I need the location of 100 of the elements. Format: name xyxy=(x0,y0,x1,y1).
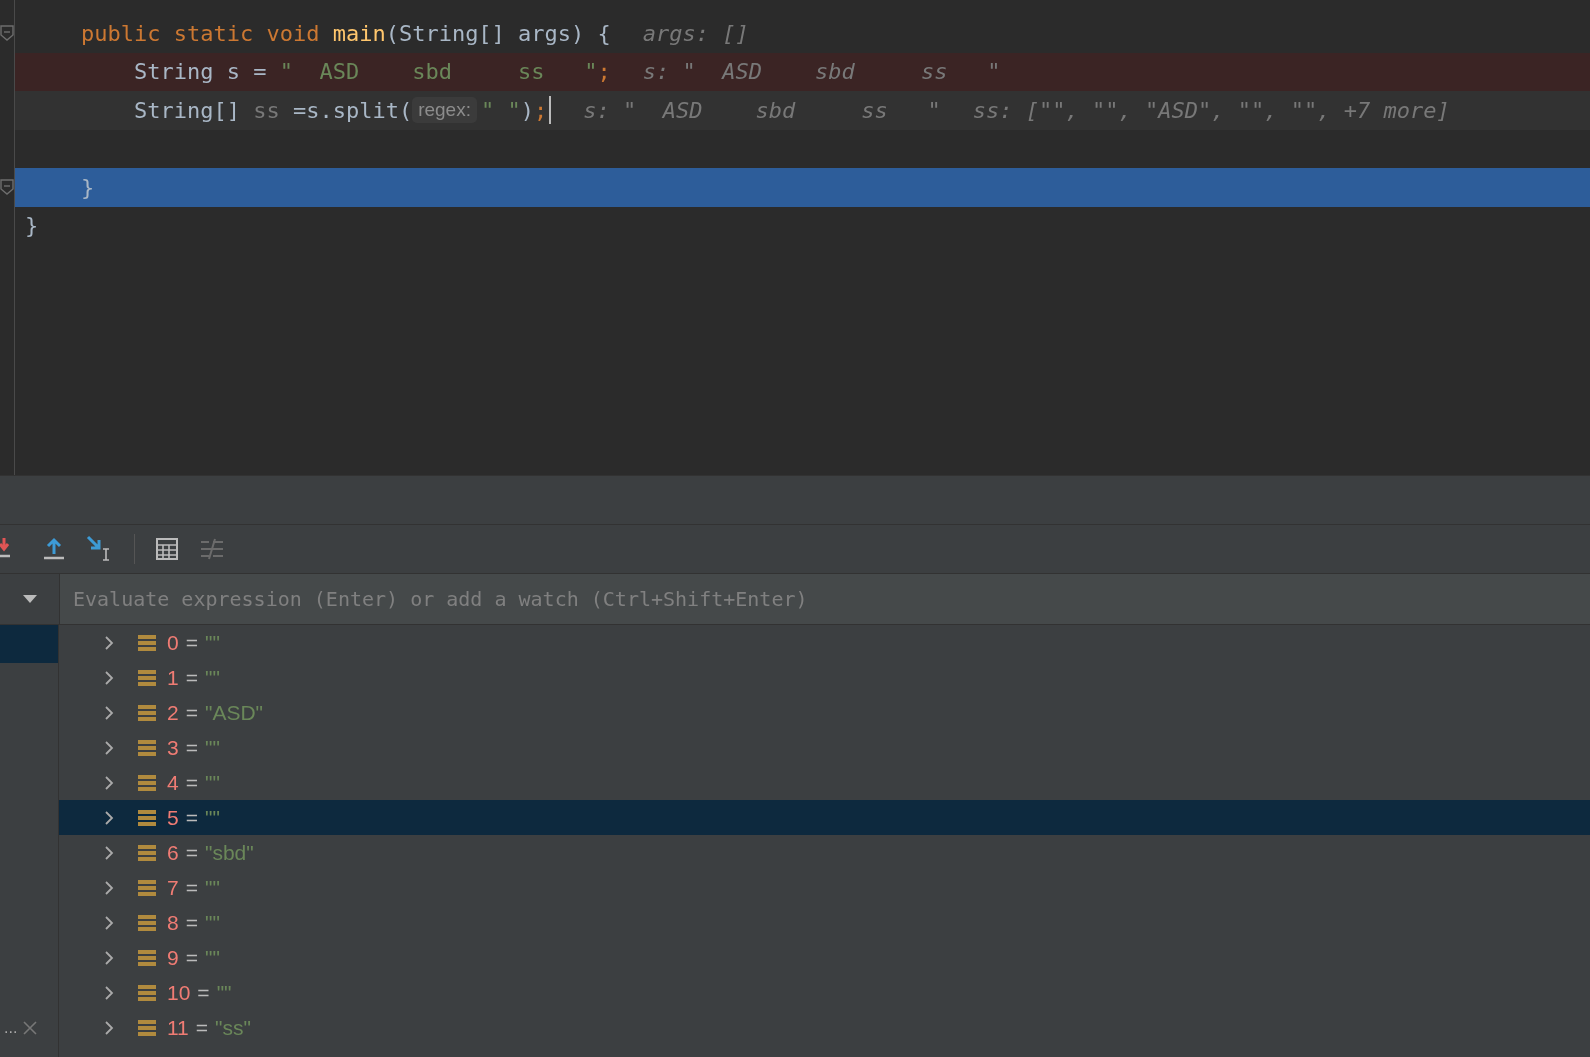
code-keyword: ; xyxy=(597,59,611,85)
variable-value: "" xyxy=(204,770,220,795)
variable-value: "" xyxy=(216,980,232,1005)
equals-sign: = xyxy=(185,630,198,655)
code-text: } xyxy=(25,213,39,239)
calculator-icon[interactable] xyxy=(155,537,179,561)
array-element-icon xyxy=(138,668,156,687)
expand-icon[interactable] xyxy=(104,774,114,791)
equals-sign: = xyxy=(195,1015,209,1040)
equals-sign: = xyxy=(185,735,198,760)
expand-icon[interactable] xyxy=(104,914,114,931)
array-element-icon xyxy=(138,843,156,862)
array-element-icon xyxy=(138,878,156,897)
inline-value-hint: ss: ["", "", "ASD", "", "", +7 more] xyxy=(972,97,1450,123)
variable-value: "sbd" xyxy=(204,840,254,865)
variable-index: 8 xyxy=(167,910,179,935)
variable-value: "" xyxy=(204,630,220,655)
expand-icon[interactable] xyxy=(104,809,114,826)
text-cursor xyxy=(549,96,552,125)
equals-sign: = xyxy=(185,665,198,690)
expand-icon[interactable] xyxy=(104,739,114,756)
variable-row[interactable]: 4 = "" xyxy=(59,765,1590,800)
code-keyword: ; xyxy=(533,97,548,123)
equals-sign: = xyxy=(185,700,198,725)
code-string: " " xyxy=(480,97,521,123)
code-variable: ss xyxy=(253,97,280,123)
variable-row[interactable]: 2 = "ASD" xyxy=(59,695,1590,730)
variable-index: 7 xyxy=(167,875,179,900)
variable-value: "ss" xyxy=(215,1015,251,1040)
variable-row[interactable]: 0 = "" xyxy=(59,625,1590,660)
fold-icon[interactable] xyxy=(0,179,14,196)
evaluate-field[interactable]: Evaluate expression (Enter) or add a watch (Ctrl+Shift+Enter) xyxy=(60,574,1590,624)
variable-row[interactable]: 9 = "" xyxy=(59,940,1590,975)
variable-index: 11 xyxy=(167,1015,189,1040)
variable-index: 1 xyxy=(167,665,179,690)
array-element-icon xyxy=(138,948,156,967)
variable-row[interactable]: 11 = "ss" xyxy=(59,1010,1590,1045)
code-text: } xyxy=(81,174,95,200)
code-text: =s.split( xyxy=(291,97,413,123)
inline-value-hint: s: " ASD sbd ss " xyxy=(583,97,941,123)
parameter-hint: regex: xyxy=(412,97,477,124)
code-text: String[] xyxy=(132,97,241,123)
code-keyword: public static void xyxy=(81,20,321,46)
expand-icon[interactable] xyxy=(104,984,114,1001)
variable-value: "" xyxy=(204,805,220,830)
array-element-icon xyxy=(138,738,156,757)
variable-row[interactable]: 1 = "" xyxy=(59,660,1590,695)
equals-sign: = xyxy=(185,945,198,970)
step-out-icon[interactable] xyxy=(42,536,66,562)
array-element-icon xyxy=(138,808,156,827)
variable-value: "" xyxy=(204,665,220,690)
variable-index: 0 xyxy=(167,630,179,655)
array-element-icon xyxy=(138,773,156,792)
expand-icon[interactable] xyxy=(104,879,114,896)
equals-sign: = xyxy=(185,910,198,935)
variable-row[interactable]: 8 = "" xyxy=(59,905,1590,940)
equals-sign: = xyxy=(185,840,198,865)
variable-index: 3 xyxy=(167,735,179,760)
array-element-icon xyxy=(138,913,156,932)
variable-row[interactable]: 6 = "sbd" xyxy=(59,835,1590,870)
equals-sign: = xyxy=(185,770,198,795)
variable-row[interactable]: 10 = "" xyxy=(59,975,1590,1010)
equals-sign: = xyxy=(197,980,210,1005)
variable-index: 9 xyxy=(167,945,179,970)
close-icon[interactable] xyxy=(23,1021,38,1035)
expand-icon[interactable] xyxy=(104,634,114,651)
array-element-icon xyxy=(138,633,156,652)
code-text: (String[] args) { xyxy=(385,20,611,46)
array-element-icon xyxy=(138,1018,156,1037)
variable-index: 10 xyxy=(167,980,191,1005)
variable-value: "" xyxy=(204,735,220,760)
code-string: " ASD sbd ss " xyxy=(279,59,598,85)
array-element-icon xyxy=(138,983,156,1002)
variable-row[interactable]: 3 = "" xyxy=(59,730,1590,765)
variable-value: "" xyxy=(204,910,220,935)
frame-label: ... xyxy=(4,1019,18,1037)
variable-value: "ASD" xyxy=(204,700,264,725)
inline-value-hint: s: " ASD sbd ss " xyxy=(642,59,1001,85)
variable-row[interactable]: 5 = "" xyxy=(59,800,1590,835)
expand-icon[interactable] xyxy=(104,669,114,686)
expand-icon[interactable] xyxy=(104,704,114,721)
array-element-icon xyxy=(138,703,156,722)
equals-sign: = xyxy=(185,805,198,830)
code-method: main xyxy=(332,20,386,46)
expand-icon[interactable] xyxy=(104,949,114,966)
variable-value: "" xyxy=(204,875,220,900)
variable-index: 5 xyxy=(167,805,179,830)
dropdown-icon[interactable] xyxy=(21,594,38,604)
code-text: ) xyxy=(520,97,534,123)
variable-row[interactable]: 7 = "" xyxy=(59,870,1590,905)
variable-index: 2 xyxy=(167,700,179,725)
variable-index: 4 xyxy=(167,770,179,795)
variable-value: "" xyxy=(204,945,220,970)
fold-icon[interactable] xyxy=(0,25,14,42)
equals-sign: = xyxy=(185,875,198,900)
inline-value-hint: args: [] xyxy=(642,20,749,46)
expand-icon[interactable] xyxy=(104,1019,114,1036)
variable-index: 6 xyxy=(167,840,179,865)
expand-icon[interactable] xyxy=(104,844,114,861)
code-text: String s = xyxy=(132,59,268,85)
